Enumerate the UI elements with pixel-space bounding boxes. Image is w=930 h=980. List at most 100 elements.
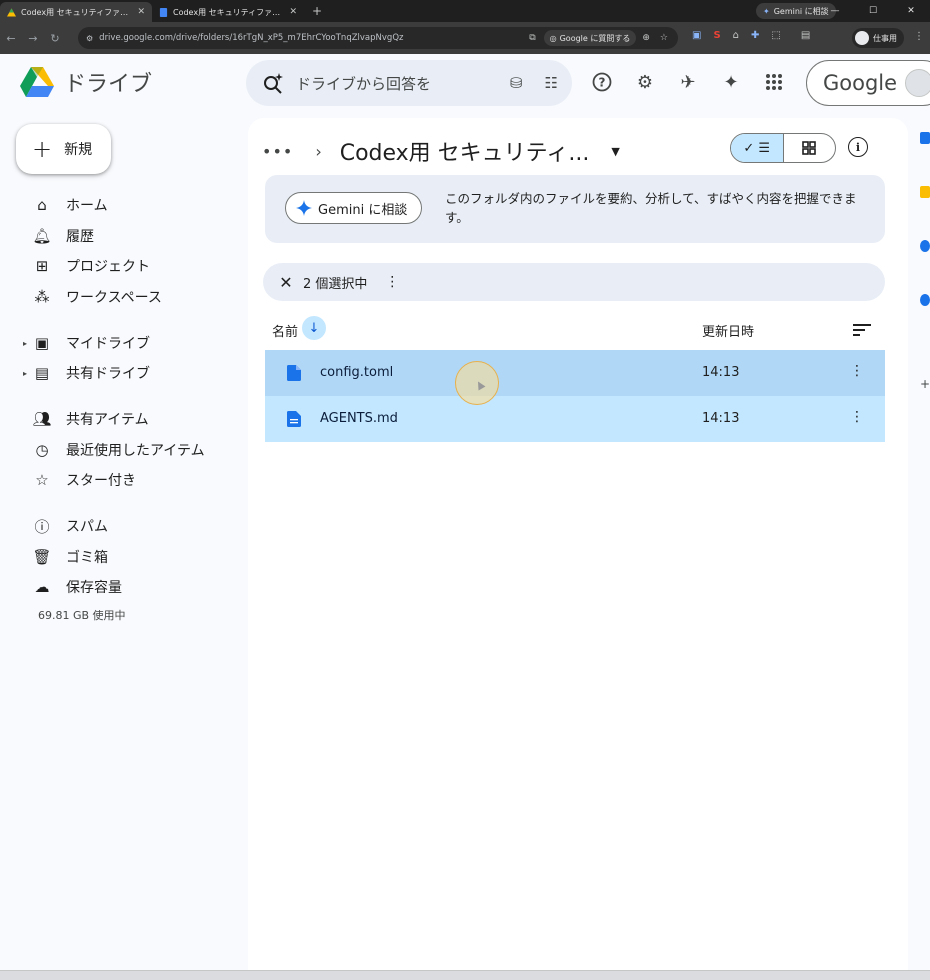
table-row[interactable]: config.toml 14:13 ⋮ <box>265 350 885 396</box>
address-bar: ← → ↻ ⚙ drive.google.com/drive/folders/1… <box>0 22 930 54</box>
gemini-ask-label: Gemini に相談 <box>318 202 408 218</box>
extensions-puzzle-icon[interactable]: ⬚ <box>771 30 780 41</box>
minimize-icon[interactable]: — <box>816 0 854 22</box>
selection-more-icon[interactable]: ⋮ <box>385 274 399 290</box>
grid-icon <box>802 141 817 155</box>
clear-selection-icon[interactable]: ✕ <box>273 273 299 292</box>
drive-logo[interactable]: ドライブ <box>20 66 152 98</box>
google-wordmark: Google <box>823 71 898 95</box>
my-drive-icon: ▣ <box>34 334 50 352</box>
profile-button[interactable]: 仕事用 <box>852 28 904 48</box>
browser-tab-active[interactable]: Codex用 セキュリティファイル - Goo ✕ <box>0 2 152 22</box>
file-list: config.toml 14:13 ⋮ AGENTS.md 14:13 ⋮ <box>265 350 885 442</box>
help-icon[interactable]: ? <box>590 70 614 94</box>
search-bar[interactable]: ドライブから回答を ⛁ ☷ <box>246 60 572 106</box>
file-name: config.toml <box>320 365 394 380</box>
app-name: ドライブ <box>64 72 153 97</box>
back-icon[interactable]: ← <box>0 32 22 45</box>
tab-close-icon[interactable]: ✕ <box>289 7 297 17</box>
close-window-icon[interactable]: ✕ <box>892 0 930 22</box>
breadcrumb-more-button[interactable]: ••• <box>262 142 293 161</box>
svg-text:?: ? <box>599 76 606 90</box>
star-icon: ☆ <box>35 471 49 489</box>
extension-s-icon[interactable]: S <box>713 30 720 41</box>
sidebar-item-shared-with-me[interactable]: 👥︎ 共有アイテム <box>24 404 234 434</box>
sidebar-item-label: マイドライブ <box>66 336 150 352</box>
extension-3-icon[interactable]: ⌂ <box>733 30 739 41</box>
column-name[interactable]: 名前 <box>272 321 298 340</box>
search-filter-icon[interactable]: ☷ <box>545 74 558 92</box>
list-view-button[interactable]: ✓ ☰ <box>731 134 784 162</box>
apps-grid-icon[interactable] <box>762 70 786 94</box>
reload-icon[interactable]: ↻ <box>44 32 66 45</box>
sidebar-item-my-drive[interactable]: ▸ ▣ マイドライブ <box>23 328 234 358</box>
extension-4-icon[interactable]: ✚ <box>751 30 759 41</box>
ask-google-button[interactable]: ◎ Google に質問する <box>543 30 637 46</box>
row-more-icon[interactable]: ⋮ <box>850 409 864 425</box>
side-panel-icon[interactable]: ▤ <box>801 30 810 41</box>
sidebar-item-label: 保存容量 <box>66 580 122 596</box>
browser-tab-bar: Codex用 セキュリティファイル - Goo ✕ Codex用 セキュリティフ… <box>0 0 930 22</box>
info-icon[interactable]: i <box>848 137 868 157</box>
search-input[interactable]: ドライブから回答を <box>296 73 510 94</box>
sidebar-item-trash[interactable]: 🗑︎ ゴミ箱 <box>24 542 234 572</box>
folder-title[interactable]: Codex用 セキュリティ... <box>340 135 590 167</box>
maximize-icon[interactable]: ☐ <box>854 0 892 22</box>
new-tab-icon[interactable]: + <box>312 4 322 18</box>
gemini-sparkle-icon[interactable]: ✦ <box>719 70 743 94</box>
file-name: AGENTS.md <box>320 411 398 426</box>
folder-menu-dropdown-icon[interactable]: ▼ <box>611 145 619 158</box>
sidebar-item-recent[interactable]: ◷ 最近使用したアイテム <box>24 435 234 465</box>
add-app-icon[interactable]: + <box>920 378 930 390</box>
sidebar-item-label: スター付き <box>66 473 136 489</box>
url-text[interactable]: drive.google.com/drive/folders/16rTgN_xP… <box>99 33 529 43</box>
extension-1-icon[interactable]: ▣ <box>692 30 701 41</box>
sidebar-item-spam[interactable]: ⓘ スパム <box>24 511 234 541</box>
project-icon: ⊞ <box>35 257 49 275</box>
expand-caret-icon[interactable]: ▸ <box>23 339 27 348</box>
contacts-app-icon[interactable] <box>920 294 930 306</box>
column-modified[interactable]: 更新日時 <box>702 321 754 340</box>
tab-close-icon[interactable]: ✕ <box>137 7 145 17</box>
expand-caret-icon[interactable]: ▸ <box>23 369 27 378</box>
browser-tab[interactable]: Codex用 セキュリティファイル設定マ ✕ <box>152 2 304 22</box>
settings-gear-icon[interactable]: ⚙ <box>633 70 657 94</box>
horizontal-scrollbar[interactable] <box>0 970 930 980</box>
sidebar-item-home[interactable]: ⌂ ホーム <box>24 190 234 220</box>
table-row[interactable]: AGENTS.md 14:13 ⋮ <box>265 396 885 442</box>
sidebar-item-label: プロジェクト <box>66 259 150 275</box>
search-settings-icon[interactable]: ⛁ <box>510 74 523 92</box>
grid-view-button[interactable] <box>784 134 836 162</box>
sidebar-item-starred[interactable]: ☆ スター付き <box>24 465 234 495</box>
tasks-app-icon[interactable] <box>920 240 930 252</box>
calendar-app-icon[interactable] <box>920 132 930 144</box>
tab-title: Codex用 セキュリティファイル設定マ <box>173 7 284 17</box>
file-modified: 14:13 <box>702 365 740 380</box>
sidebar-item-history[interactable]: 🔔︎ 履歴 <box>24 221 234 251</box>
forward-icon[interactable]: → <box>22 32 44 45</box>
omnibox[interactable]: ⚙ drive.google.com/drive/folders/16rTgN_… <box>78 27 678 49</box>
browser-menu-icon[interactable]: ⋮ <box>914 31 924 42</box>
sort-options-icon[interactable] <box>853 323 871 337</box>
new-button[interactable]: + 新規 <box>16 124 111 174</box>
file-modified: 14:13 <box>702 411 740 426</box>
docs-favicon-icon <box>159 7 168 17</box>
zoom-icon[interactable]: ⊕ <box>642 33 650 43</box>
row-more-icon[interactable]: ⋮ <box>850 363 864 379</box>
drive-apps-icon[interactable]: ✈ <box>676 70 700 94</box>
gemini-ask-button[interactable]: Gemini に相談 <box>285 192 423 224</box>
sidebar-item-shared-drives[interactable]: ▸ ▤ 共有ドライブ <box>23 358 234 388</box>
sidebar-item-label: ワークスペース <box>66 290 162 306</box>
spam-icon: ⓘ <box>34 517 50 536</box>
bookmark-star-icon[interactable]: ☆ <box>660 33 668 43</box>
sidebar-item-projects[interactable]: ⊞ プロジェクト <box>24 251 234 281</box>
window-controls: — ☐ ✕ <box>816 0 930 22</box>
keep-app-icon[interactable] <box>920 186 930 198</box>
google-account-button[interactable]: Google <box>806 60 930 106</box>
sort-direction-arrow-icon[interactable]: ↓ <box>302 316 326 340</box>
sidebar-item-storage[interactable]: ☁︎ 保存容量 <box>24 572 234 602</box>
install-app-icon[interactable]: ⧉ <box>529 33 535 43</box>
chevron-right-icon: › <box>315 141 322 161</box>
site-info-icon[interactable]: ⚙ <box>86 34 93 43</box>
sidebar-item-workspaces[interactable]: ⁂ ワークスペース <box>24 282 234 312</box>
